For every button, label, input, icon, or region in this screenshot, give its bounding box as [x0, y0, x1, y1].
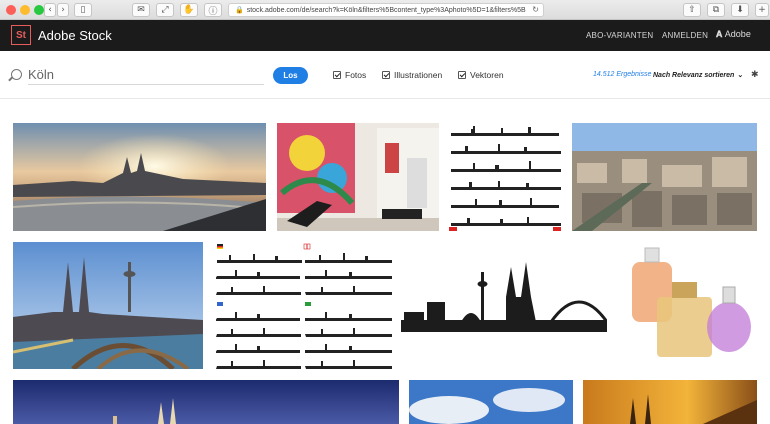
tile-image	[277, 123, 439, 231]
tile-image	[13, 380, 399, 424]
tile-image	[401, 242, 607, 369]
minimize-window-button[interactable]	[20, 5, 30, 15]
chevron-down-icon: ⌄	[737, 72, 744, 79]
signin-link[interactable]: ANMELDEN	[662, 31, 708, 40]
tile-image	[449, 123, 561, 231]
gallery-tile-skylines-set-1[interactable]	[449, 123, 561, 231]
reload-icon[interactable]: ↻	[532, 5, 539, 14]
new-tab-icon[interactable]: +	[755, 3, 769, 17]
results-count: 14.512 Ergebnisse	[593, 71, 652, 78]
filter-illustrations[interactable]: Illustrationen	[382, 70, 442, 80]
resize-icon[interactable]: ⤢	[156, 3, 174, 17]
search-submit-button[interactable]: Los	[273, 67, 308, 84]
adobe-link-label: Adobe	[724, 29, 751, 39]
filter-label: Illustrationen	[394, 70, 443, 80]
tabs-icon[interactable]: ⧉	[707, 3, 725, 17]
checkbox-checked-icon[interactable]	[458, 71, 466, 79]
gallery-tile-cologne-silhouette[interactable]	[401, 242, 607, 369]
gallery-tile-blue-sky[interactable]	[409, 380, 573, 424]
info-icon[interactable]: ⓘ	[204, 3, 222, 17]
download-icon[interactable]: ⬇	[731, 3, 749, 17]
browser-toolbar: ‹ › ▯ ✉ ⤢ ✋ ⓘ 🔒 stock.adobe.com/de/searc…	[0, 0, 770, 20]
gallery-tile-perfume[interactable]	[617, 242, 757, 369]
tile-image	[13, 123, 266, 231]
adobe-logo-icon: 𝐀	[716, 29, 723, 39]
filter-label: Fotos	[345, 70, 367, 80]
gallery-tile-golden-sunset[interactable]	[583, 380, 757, 424]
gallery-tile-cathedral-bridge[interactable]	[13, 242, 203, 369]
adobe-stock-logo[interactable]: St	[11, 25, 31, 45]
tile-image	[216, 242, 392, 369]
plans-link[interactable]: ABO-VARIANTEN	[586, 31, 653, 40]
zoom-window-button[interactable]	[34, 5, 44, 15]
extension-icon[interactable]: ✋	[180, 3, 198, 17]
tile-image	[409, 380, 573, 424]
url-text: stock.adobe.com/de/search?k=Köln&filters…	[246, 6, 526, 14]
gallery-tile-skylines-set-2[interactable]	[216, 242, 392, 369]
address-bar[interactable]: 🔒 stock.adobe.com/de/search?k=Köln&filte…	[228, 3, 544, 17]
site-header: St Adobe Stock ABO-VARIANTEN ANMELDEN 𝐀 …	[0, 20, 770, 51]
brand-name[interactable]: Adobe Stock	[38, 28, 112, 43]
adobe-link[interactable]: 𝐀 Adobe	[716, 29, 751, 40]
checkbox-checked-icon[interactable]	[333, 71, 341, 79]
sort-dropdown[interactable]: Nach Relevanz sortieren ⌄	[653, 71, 743, 79]
search-input[interactable]	[28, 65, 264, 85]
back-icon[interactable]: ‹	[44, 3, 56, 17]
gallery-tile-art-interior[interactable]	[277, 123, 439, 231]
tile-image	[13, 242, 203, 369]
filter-photos[interactable]: Fotos	[333, 70, 366, 80]
gear-icon[interactable]: ✱	[751, 69, 759, 80]
gallery-tile-cologne-aerial[interactable]	[572, 123, 757, 231]
close-window-button[interactable]	[6, 5, 16, 15]
sidebar-icon[interactable]: ▯	[74, 3, 92, 17]
filter-label: Vektoren	[470, 70, 504, 80]
search-icon	[11, 69, 22, 80]
mail-icon[interactable]: ✉	[132, 3, 150, 17]
share-icon[interactable]: ⇧	[683, 3, 701, 17]
search-bar: Los Fotos Illustrationen Vektoren 14.512…	[0, 51, 770, 99]
gallery-tile-cathedral-night[interactable]	[13, 380, 399, 424]
sort-label: Nach Relevanz sortieren	[653, 72, 735, 79]
checkbox-checked-icon[interactable]	[382, 71, 390, 79]
tile-image	[583, 380, 757, 424]
gallery-tile-cologne-sunset[interactable]	[13, 123, 266, 231]
tile-image	[572, 123, 757, 231]
lock-icon: 🔒	[235, 7, 244, 14]
forward-icon[interactable]: ›	[57, 3, 69, 17]
tile-image	[617, 242, 757, 369]
filter-vectors[interactable]: Vektoren	[458, 70, 504, 80]
